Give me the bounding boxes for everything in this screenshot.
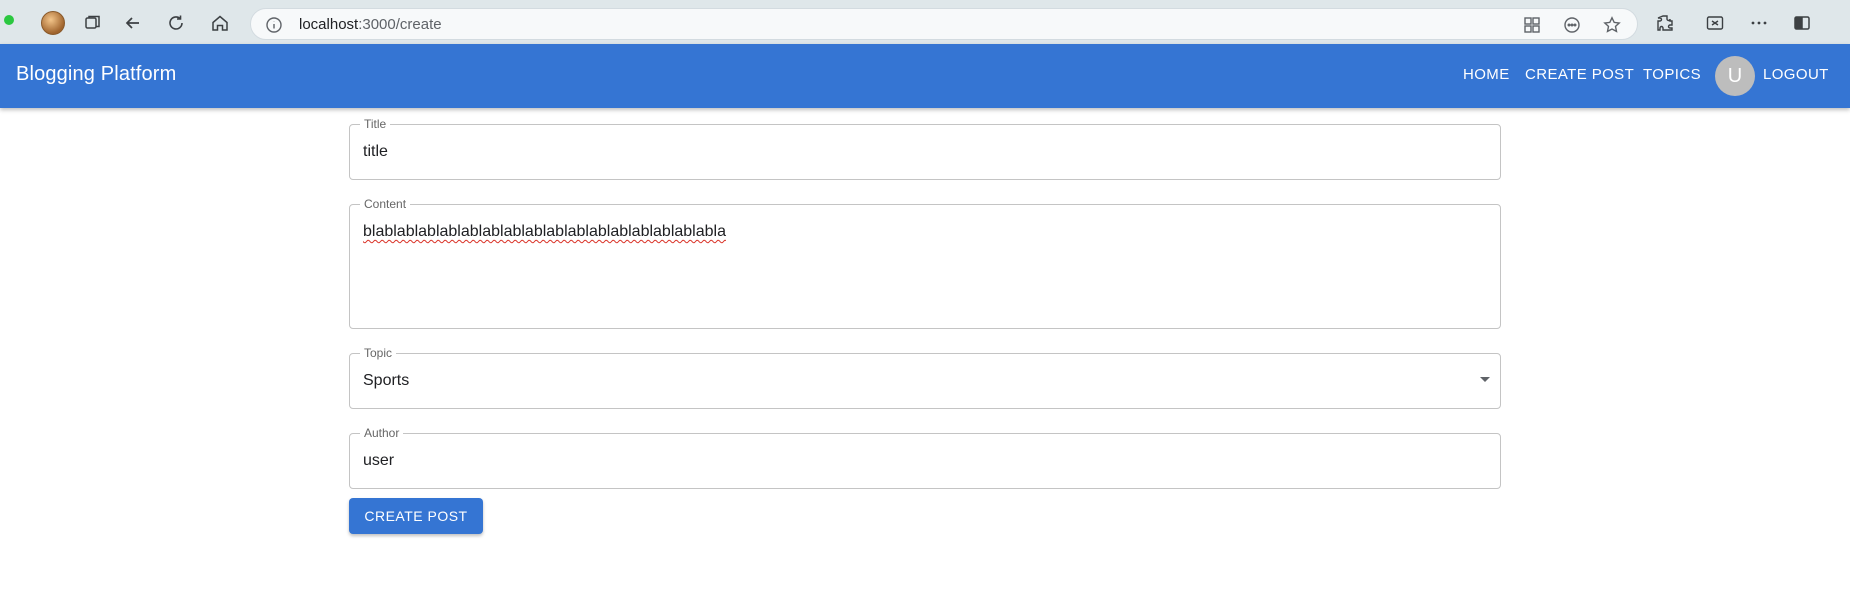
url-text[interactable]: localhost:3000/create [299, 16, 442, 33]
profile-avatar[interactable] [41, 11, 65, 35]
collections-icon[interactable] [1703, 11, 1727, 35]
reader-icon[interactable] [1562, 15, 1582, 35]
tabs-icon[interactable] [81, 11, 105, 35]
topic-selected-value[interactable]: Sports [363, 372, 409, 390]
topic-label: Topic [360, 345, 397, 361]
title-input[interactable]: title [363, 143, 388, 161]
title-label: Title [360, 116, 391, 132]
info-icon[interactable] [265, 16, 283, 34]
sidebar-icon[interactable] [1790, 11, 1814, 35]
content-textarea[interactable]: blablablablablablablablablablablablablab… [363, 223, 726, 241]
extensions-icon[interactable] [1653, 11, 1677, 35]
browser-toolbar: localhost:3000/create [0, 0, 1850, 44]
content-field[interactable]: Content blablablablablablablablablablabl… [349, 196, 1501, 329]
more-icon[interactable] [1747, 11, 1771, 35]
nav-topics[interactable]: TOPICS [1643, 66, 1701, 83]
dropdown-arrow-icon[interactable] [1480, 377, 1490, 382]
app-header: Blogging Platform HOME CREATE POST TOPIC… [0, 44, 1850, 108]
apps-icon[interactable] [1522, 15, 1542, 35]
home-icon[interactable] [208, 11, 232, 35]
nav-home[interactable]: HOME [1463, 66, 1510, 83]
favorite-star-icon[interactable] [1602, 15, 1622, 35]
window-control-dot[interactable] [4, 15, 14, 25]
user-avatar[interactable]: U [1715, 56, 1755, 96]
reload-icon[interactable] [164, 11, 188, 35]
nav-create-post[interactable]: CREATE POST [1525, 66, 1634, 83]
back-icon[interactable] [121, 11, 145, 35]
title-field[interactable]: Title title [349, 116, 1501, 180]
topic-select[interactable]: Topic Sports [349, 345, 1501, 409]
content-label: Content [360, 196, 411, 212]
app-title: Blogging Platform [16, 63, 177, 85]
create-post-button[interactable]: CREATE POST [349, 498, 483, 534]
address-bar[interactable]: localhost:3000/create [250, 8, 1638, 40]
author-label: Author [360, 425, 404, 441]
author-field[interactable]: Author user [349, 425, 1501, 489]
nav-logout[interactable]: LOGOUT [1763, 66, 1829, 83]
author-input[interactable]: user [363, 452, 394, 470]
